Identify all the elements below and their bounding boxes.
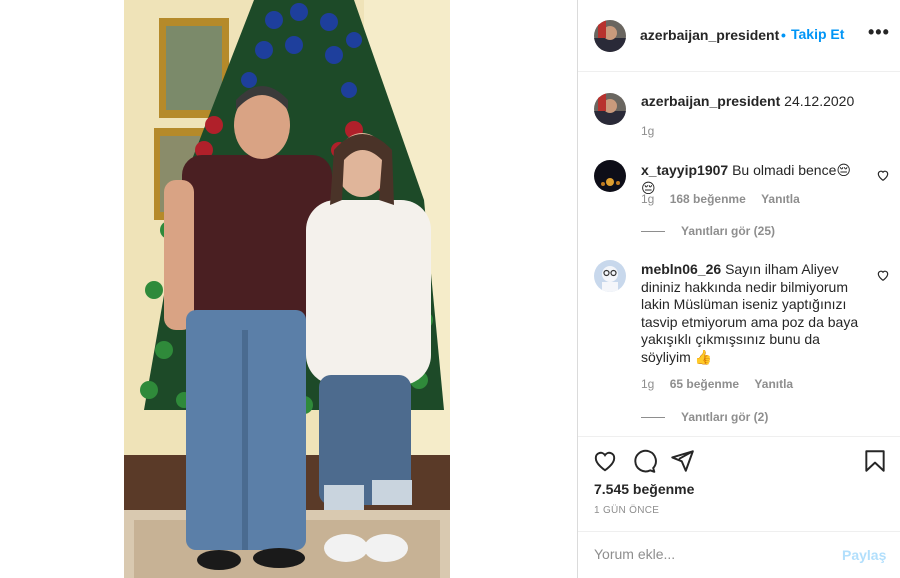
follow-button[interactable]: Takip Et — [791, 26, 844, 42]
comment-meta: 1g 168 beğenme Yanıtla — [641, 192, 812, 206]
replies-divider-line — [641, 417, 665, 419]
add-comment-bar: Paylaş — [578, 531, 900, 578]
like-comment-heart-icon[interactable] — [876, 268, 890, 282]
caption-text: 24.12.2020 — [784, 93, 855, 109]
caption-meta: 1g — [641, 124, 666, 138]
heart-icon[interactable] — [592, 448, 618, 474]
post-side-panel: azerbaijan_president • Takip Et ••• azer… — [577, 0, 900, 578]
author-username[interactable]: azerbaijan_president — [640, 27, 779, 43]
comment-likes[interactable]: 65 beğenme — [670, 377, 739, 391]
comment-item: x_tayyip1907 Bu olmadi bence😔😔 1g 168 be… — [578, 157, 900, 247]
reply-button[interactable]: Yanıtla — [761, 192, 800, 206]
caption-avatar[interactable] — [594, 93, 626, 125]
caption-author[interactable]: azerbaijan_president — [641, 93, 780, 109]
more-options-icon[interactable]: ••• — [868, 22, 890, 43]
post-header: azerbaijan_president • Takip Et ••• — [578, 0, 900, 72]
comment-text-block: mebln06_26 Sayın ilham Aliyev dininiz ha… — [641, 261, 863, 366]
post-photo[interactable] — [124, 0, 450, 578]
commenter-avatar[interactable] — [594, 160, 626, 192]
replies-divider-line — [641, 231, 665, 233]
post-comment-button[interactable]: Paylaş — [842, 547, 886, 563]
follow-separator: • — [781, 27, 786, 43]
comment-age[interactable]: 1g — [641, 192, 654, 206]
share-icon[interactable] — [669, 448, 695, 474]
post-actions: 7.545 beğenme 1 GÜN ÖNCE — [578, 436, 900, 531]
view-replies-button[interactable]: Yanıtları gör (25) — [641, 224, 775, 238]
comment-icon[interactable] — [631, 448, 657, 474]
view-replies-label: Yanıtları gör (25) — [681, 224, 776, 238]
comment-item: mebln06_26 Sayın ilham Aliyev dininiz ha… — [578, 256, 900, 436]
comment-author[interactable]: mebln06_26 — [641, 261, 721, 277]
caption-text-block: azerbaijan_president 24.12.2020 — [641, 93, 863, 111]
comments-list[interactable]: azerbaijan_president 24.12.2020 1g x_tay… — [578, 73, 900, 435]
reply-button[interactable]: Yanıtla — [754, 377, 793, 391]
caption-age[interactable]: 1g — [641, 124, 654, 138]
post-likes-count[interactable]: 7.545 beğenme — [594, 481, 694, 497]
view-replies-label: Yanıtları gör (2) — [681, 410, 769, 424]
comment-likes[interactable]: 168 beğenme — [670, 192, 746, 206]
like-comment-heart-icon[interactable] — [876, 168, 890, 182]
comment-input[interactable] — [594, 546, 824, 562]
post-timestamp[interactable]: 1 GÜN ÖNCE — [594, 505, 659, 516]
caption: azerbaijan_president 24.12.2020 1g — [578, 88, 900, 148]
comment-age[interactable]: 1g — [641, 377, 654, 391]
author-avatar[interactable] — [594, 20, 626, 52]
view-replies-button[interactable]: Yanıtları gör (2) — [641, 410, 768, 424]
comment-meta: 1g 65 beğenme Yanıtla — [641, 377, 805, 391]
bookmark-icon[interactable] — [862, 448, 888, 474]
comment-author[interactable]: x_tayyip1907 — [641, 162, 728, 178]
commenter-avatar[interactable] — [594, 260, 626, 292]
